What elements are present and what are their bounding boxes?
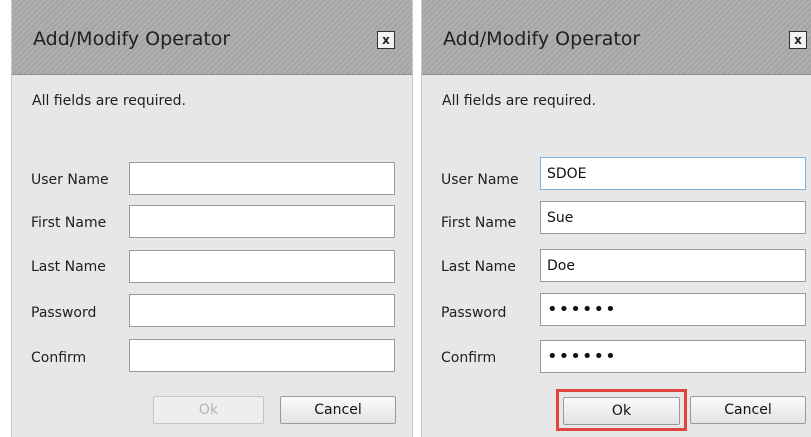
- dialog-title-bar: Add/Modify Operator x: [422, 0, 811, 75]
- close-icon: x: [382, 33, 390, 47]
- confirm-input[interactable]: [129, 339, 395, 372]
- close-button[interactable]: x: [377, 31, 395, 49]
- required-note: All fields are required.: [32, 93, 186, 109]
- add-modify-operator-dialog-filled: Add/Modify Operator x All fields are req…: [421, 0, 811, 437]
- first-name-label: First Name: [441, 215, 517, 231]
- cancel-button[interactable]: Cancel: [690, 396, 806, 424]
- confirm-label: Confirm: [31, 350, 87, 366]
- last-name-input[interactable]: [540, 249, 806, 282]
- password-label: Password: [441, 305, 507, 321]
- user-name-input[interactable]: [129, 162, 395, 195]
- password-input[interactable]: [129, 294, 395, 327]
- cancel-button[interactable]: Cancel: [280, 396, 396, 424]
- required-note: All fields are required.: [442, 93, 596, 109]
- confirm-input[interactable]: [540, 340, 806, 373]
- first-name-input[interactable]: [129, 205, 395, 238]
- user-name-label: User Name: [441, 172, 519, 188]
- close-button[interactable]: x: [789, 31, 807, 49]
- ok-button[interactable]: Ok: [153, 396, 264, 424]
- dialog-title-bar: Add/Modify Operator x: [12, 0, 412, 75]
- ok-button[interactable]: Ok: [563, 397, 680, 425]
- last-name-input[interactable]: [129, 250, 395, 283]
- add-modify-operator-dialog-empty: Add/Modify Operator x All fields are req…: [11, 0, 413, 437]
- close-icon: x: [794, 33, 802, 47]
- last-name-label: Last Name: [31, 259, 106, 275]
- password-label: Password: [31, 305, 97, 321]
- user-name-label: User Name: [31, 172, 109, 188]
- user-name-input[interactable]: [540, 157, 806, 190]
- first-name-input[interactable]: [540, 201, 806, 234]
- last-name-label: Last Name: [441, 259, 516, 275]
- confirm-label: Confirm: [441, 350, 497, 366]
- first-name-label: First Name: [31, 215, 107, 231]
- password-input[interactable]: [540, 293, 806, 326]
- dialog-title: Add/Modify Operator: [443, 28, 641, 50]
- dialog-title: Add/Modify Operator: [33, 28, 231, 50]
